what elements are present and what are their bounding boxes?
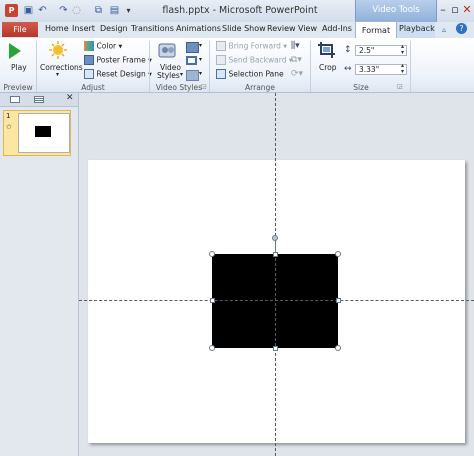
corrections-dropdown-icon[interactable]: ▾ xyxy=(56,71,59,78)
close-pane-icon[interactable]: ✕ xyxy=(66,93,74,103)
tab-add-ins[interactable]: Add-Ins xyxy=(322,24,352,33)
video-shape-dropdown-icon[interactable]: ▾ xyxy=(199,42,202,49)
thumbnail-video-shape xyxy=(35,126,51,137)
tab-design[interactable]: Design xyxy=(100,24,128,33)
tab-view[interactable]: View xyxy=(298,24,317,33)
reset-design-label: Reset Design xyxy=(96,69,146,79)
preview-group-label: Preview xyxy=(3,83,33,92)
bring-forward-dropdown-icon: ▾ xyxy=(280,41,288,51)
rotation-handle[interactable] xyxy=(272,235,278,241)
resize-handle-sw[interactable] xyxy=(209,345,215,351)
video-tools-label: Video Tools xyxy=(372,5,420,15)
corrections-icon[interactable] xyxy=(49,41,67,59)
video-styles-group-label: Video Styles xyxy=(155,83,203,92)
color-dropdown-icon: ▾ xyxy=(116,41,123,51)
video-styles-dropdown-icon[interactable]: ▾ xyxy=(180,71,183,78)
height-value: 2.5" xyxy=(359,46,375,55)
tab-file[interactable]: File xyxy=(2,22,38,37)
window-title: flash.pptx - Microsoft PowerPoint xyxy=(162,5,318,16)
width-value: 3.33" xyxy=(359,65,380,74)
size-group-label: Size xyxy=(353,83,369,92)
send-backward-button[interactable]: Send Backward ▾ xyxy=(216,55,293,65)
height-icon: ↕ xyxy=(344,45,352,55)
corrections-button[interactable]: Corrections xyxy=(40,63,83,72)
slide-number: 1 xyxy=(6,112,11,120)
bring-forward-icon xyxy=(216,41,226,51)
width-spinner[interactable]: 3.33" xyxy=(355,64,407,75)
tab-animations[interactable]: Animations xyxy=(176,24,221,33)
outline-tab-icon[interactable] xyxy=(34,96,44,103)
bring-forward-button[interactable]: Bring Forward ▾ xyxy=(216,41,287,51)
resize-handle-n[interactable] xyxy=(273,252,278,257)
poster-frame-button[interactable]: Poster Frame ▾ xyxy=(84,55,152,65)
video-border-icon[interactable] xyxy=(186,56,197,65)
tab-slide-show[interactable]: Slide Show xyxy=(222,24,266,33)
rotate-icon[interactable]: ⟳▾ xyxy=(291,69,303,79)
quick-print-icon[interactable]: ▤ xyxy=(108,4,121,17)
resize-handle-ne[interactable] xyxy=(335,251,341,257)
resize-handle-w[interactable] xyxy=(210,298,215,303)
video-shape-icon[interactable] xyxy=(186,42,199,53)
selection-pane-label: Selection Pane xyxy=(228,69,284,79)
crop-button[interactable]: Crop xyxy=(319,63,337,72)
collapse-ribbon-icon[interactable]: ▵ xyxy=(442,25,446,34)
tab-home[interactable]: Home xyxy=(45,24,69,33)
send-backward-label: Send Backward xyxy=(228,55,287,65)
powerpoint-logo-icon[interactable]: P xyxy=(5,4,18,17)
arrange-group-label: Arrange xyxy=(245,83,275,92)
video-tools-context: Video Tools xyxy=(355,0,437,22)
group-icon[interactable]: ⧉▾ xyxy=(291,55,302,65)
play-icon[interactable] xyxy=(9,43,21,59)
group-separator xyxy=(410,41,411,92)
selection-pane-button[interactable]: Selection Pane xyxy=(216,69,284,79)
repeat-icon[interactable]: ◌ xyxy=(70,4,83,17)
send-backward-icon xyxy=(216,55,226,65)
color-label: Color xyxy=(96,41,117,51)
video-effects-icon[interactable] xyxy=(186,70,199,81)
video-styles-line2[interactable]: Styles xyxy=(157,71,180,80)
crop-icon[interactable] xyxy=(317,41,337,59)
height-spin-arrows[interactable]: ▴ ▾ xyxy=(401,44,404,56)
color-button[interactable]: Color ▾ xyxy=(84,41,122,51)
width-spin-arrows[interactable]: ▴ ▾ xyxy=(401,63,404,75)
close-icon[interactable]: ✕ xyxy=(460,2,474,16)
video-effects-dropdown-icon[interactable]: ▾ xyxy=(199,70,202,77)
resize-handle-s[interactable] xyxy=(273,346,278,351)
selection-pane-icon xyxy=(216,69,226,79)
tab-format[interactable]: Format xyxy=(355,21,397,39)
reset-design-button[interactable]: Reset Design ▾ xyxy=(84,69,152,79)
tab-insert[interactable]: Insert xyxy=(72,24,95,33)
save-icon[interactable]: ▣ xyxy=(22,4,35,17)
animation-star-icon: ✩ xyxy=(6,123,12,131)
resize-handle-nw[interactable] xyxy=(209,251,215,257)
resize-handle-e[interactable] xyxy=(336,298,341,303)
undo-icon[interactable]: ↶ xyxy=(36,4,49,17)
width-icon: ↔ xyxy=(344,64,352,74)
customize-qat-icon[interactable]: ▾ xyxy=(122,4,135,17)
size-launcher-icon[interactable]: ◲ xyxy=(397,83,403,90)
video-border-dropdown-icon[interactable]: ▾ xyxy=(199,56,202,63)
height-spinner[interactable]: 2.5" xyxy=(355,45,407,56)
align-icon[interactable]: ⫼▾ xyxy=(291,41,300,51)
poster-frame-label: Poster Frame xyxy=(96,55,146,65)
color-icon xyxy=(84,41,94,51)
quick-access-icon[interactable]: ⧉ xyxy=(92,4,105,17)
tab-transitions[interactable]: Transitions xyxy=(131,24,174,33)
horizontal-guide[interactable] xyxy=(79,300,474,301)
help-icon[interactable]: ? xyxy=(456,23,467,34)
resize-handle-se[interactable] xyxy=(335,345,341,351)
bring-forward-label: Bring Forward xyxy=(228,41,281,51)
tab-review[interactable]: Review xyxy=(267,24,296,33)
adjust-group-label: Adjust xyxy=(81,83,105,92)
poster-frame-icon xyxy=(84,55,94,65)
slides-tab-icon[interactable] xyxy=(10,96,20,103)
redo-icon[interactable]: ↷ xyxy=(57,4,70,17)
reset-design-icon xyxy=(84,69,94,79)
play-button[interactable]: Play xyxy=(11,63,27,72)
video-styles-launcher-icon[interactable]: ◲ xyxy=(201,83,207,90)
video-styles-icon[interactable] xyxy=(158,41,178,61)
tab-playback[interactable]: Playback xyxy=(399,24,435,33)
vertical-guide[interactable] xyxy=(275,93,276,456)
